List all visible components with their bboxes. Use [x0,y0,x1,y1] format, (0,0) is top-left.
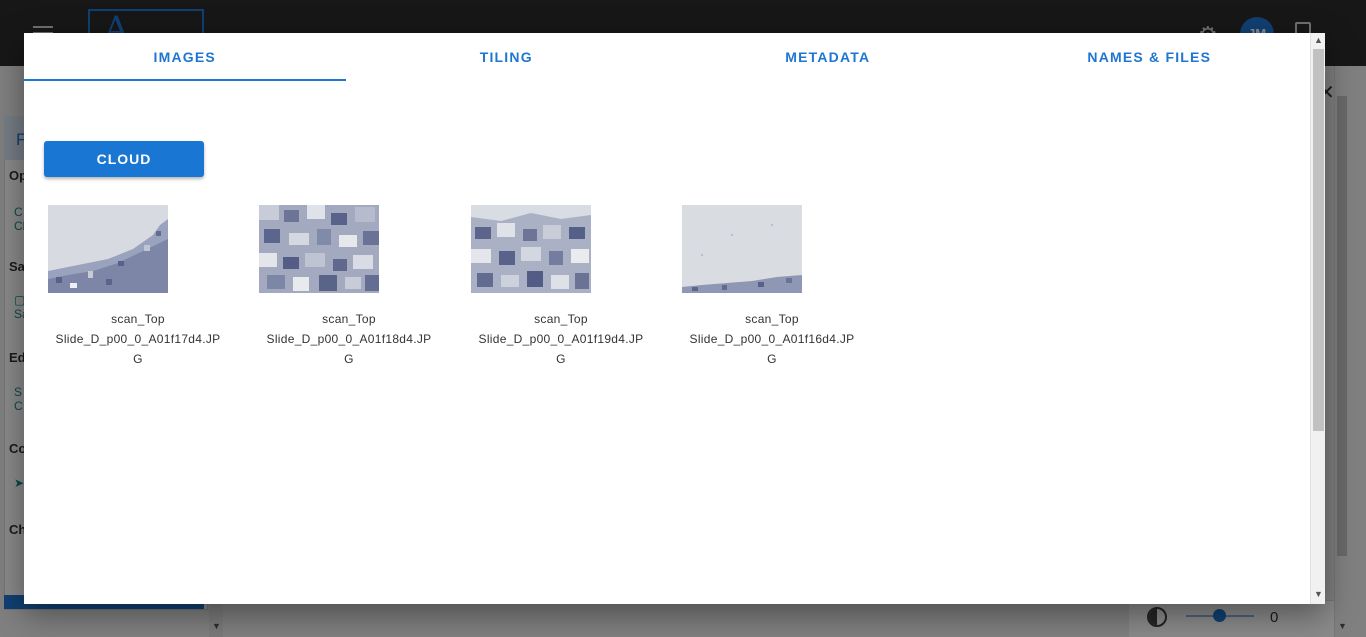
dialog-scrollbar-thumb[interactable] [1313,49,1324,431]
image-dialog: IMAGES TILING METADATA NAMES & FILES CLO… [24,33,1325,604]
tab-names-files[interactable]: NAMES & FILES [989,33,1311,81]
caption-line: scan_Top [534,312,588,326]
caption-line: scan_Top [111,312,165,326]
tab-images[interactable]: IMAGES [24,33,346,81]
caption-line: scan_Top [745,312,799,326]
image-caption: scan_Top Slide_D_p00_0_A01f16d4.JP G [682,309,862,369]
scroll-up-icon[interactable]: ▲ [1314,35,1323,45]
image-thumbnail[interactable] [471,205,591,293]
image-caption: scan_Top Slide_D_p00_0_A01f19d4.JP G [471,309,651,369]
caption-line: G [133,352,143,366]
caption-line: Slide_D_p00_0_A01f19d4.JP [478,332,644,346]
tab-tiling[interactable]: TILING [346,33,668,81]
image-caption: scan_Top Slide_D_p00_0_A01f17d4.JP G [48,309,228,369]
scroll-down-icon[interactable]: ▼ [1314,589,1323,599]
caption-line: G [767,352,777,366]
image-thumbnail[interactable] [682,205,802,293]
cloud-button[interactable]: CLOUD [44,141,204,177]
caption-line: scan_Top [322,312,376,326]
dialog-tabs: IMAGES TILING METADATA NAMES & FILES [24,33,1310,81]
image-thumbnail[interactable] [48,205,168,293]
image-thumbnail[interactable] [259,205,379,293]
caption-line: Slide_D_p00_0_A01f16d4.JP [689,332,855,346]
caption-line: G [344,352,354,366]
dialog-scrollbar[interactable]: ▲ ▼ [1310,33,1325,604]
tab-metadata[interactable]: METADATA [667,33,989,81]
caption-line: G [556,352,566,366]
image-caption: scan_Top Slide_D_p00_0_A01f18d4.JP G [259,309,439,369]
caption-line: Slide_D_p00_0_A01f17d4.JP [55,332,221,346]
caption-line: Slide_D_p00_0_A01f18d4.JP [266,332,432,346]
